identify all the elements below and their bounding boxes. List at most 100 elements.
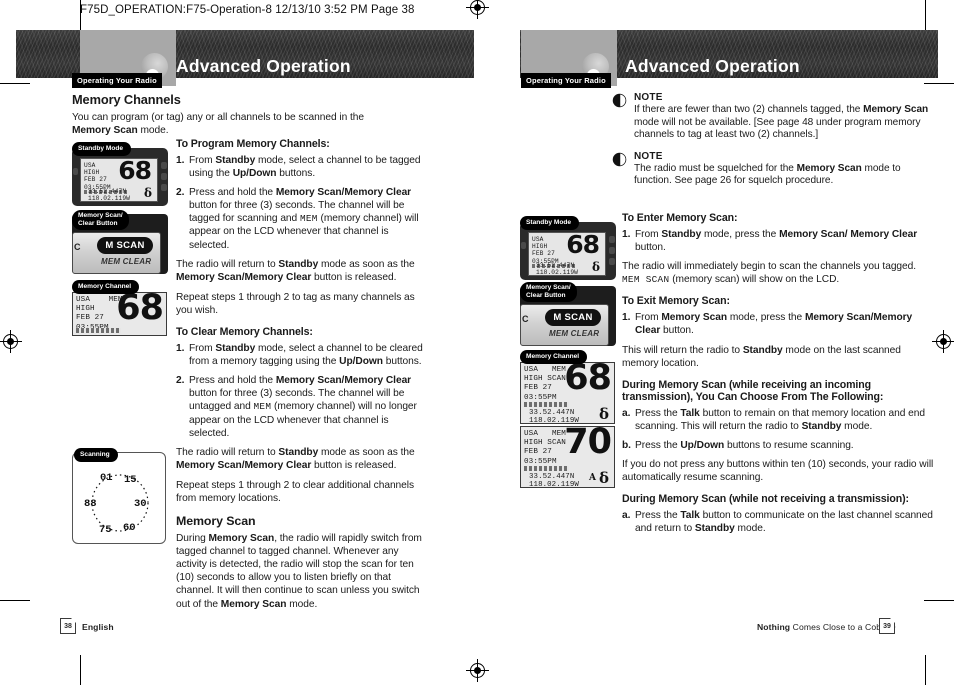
mscan-button-sublabel: MEM CLEAR — [101, 257, 152, 266]
lcd-channel-number: 70 — [564, 426, 612, 462]
mscan-side-label: C — [522, 314, 529, 324]
radio-side-button — [609, 258, 615, 265]
note-title: NOTE — [634, 150, 663, 162]
during-scan-not-receiving-options: a. Press the Talk button to communicate o… — [622, 509, 934, 535]
step-marker: a. — [622, 510, 631, 522]
registration-mark-top — [466, 0, 489, 19]
lcd-screen: USA MEMHIGHFEB 2703:55PM 68 — [72, 292, 167, 336]
during-scan-receiving-heading: During Memory Scan (while receiving an i… — [622, 378, 884, 403]
crop-mark-right-h — [924, 83, 954, 84]
lcd-screen: USA HIGH FEB 27 03:55PM 68 33.52.447N 118.02… — [528, 232, 606, 276]
lcd-status-lines: USA HIGH FEB 27 03:55PM — [532, 236, 559, 265]
memory-scan-heading: Memory Scan — [176, 514, 256, 529]
program-release-note: The radio will return to Standby mode as… — [176, 258, 415, 283]
program-step-1: 1. From Standby mode, select a channel to… — [176, 155, 421, 180]
crop-mark-bottom-left-v — [80, 655, 81, 685]
illustration-caption: Memory Scan/ Clear Button — [72, 210, 129, 230]
illustration-caption: Scanning — [74, 448, 118, 462]
step-marker: 1. — [176, 155, 185, 166]
enter-memory-scan-heading: To Enter Memory Scan: — [622, 212, 738, 224]
during-scan-not-receiving-heading: During Memory Scan (while not receiving … — [622, 493, 909, 506]
enter-step-1: 1. From Standby mode, press the Memory Sc… — [622, 229, 918, 254]
illustration-mscan-button-right: Memory Scan/ Clear Button C M SCAN MEM C… — [520, 282, 616, 346]
memory-channels-heading: Memory Channels — [72, 92, 181, 107]
lcd-coordinates: 33.52.447N 118.02.119W — [536, 262, 578, 276]
note-body: NOTE The radio must be squelched for the… — [634, 151, 934, 188]
dial-number-15: 15 — [124, 474, 137, 486]
clear-memory-steps: 1. From Standby mode, select a channel to… — [176, 342, 426, 440]
left-section-tab: Operating Your Radio — [72, 73, 162, 88]
left-column-intro: Memory Channels You can program (or tag)… — [72, 92, 402, 144]
exit-memory-scan-heading: To Exit Memory Scan: — [622, 295, 730, 308]
lcd-compass-glyph-icon: δ — [591, 260, 600, 274]
note-icon — [612, 93, 627, 108]
step-marker: 2. — [176, 375, 185, 387]
clear-memory-heading: To Clear Memory Channels: — [176, 326, 313, 339]
dial-number-60: 60 — [123, 522, 136, 534]
step-marker: 1. — [622, 312, 631, 324]
step-marker: 1. — [622, 229, 631, 240]
note-text: The radio must be squelched for the Memo… — [634, 162, 901, 187]
program-step-2: 2. Press and hold the Memory Scan/Memory … — [176, 187, 419, 251]
exit-step-1: 1. From Memory Scan mode, press the Memor… — [622, 312, 913, 337]
memory-channels-intro: You can program (or tag) any or all chan… — [72, 112, 364, 137]
during-scan-receiving-options: a. Press the Talk button to remain on tha… — [622, 407, 934, 452]
clear-release-note: The radio will return to Standby mode as… — [176, 446, 415, 471]
right-section-tab: Operating Your Radio — [521, 73, 611, 88]
during-rx-timeout-note: If you do not press any buttons within t… — [622, 459, 934, 484]
crop-mark-right-h-bottom — [924, 600, 954, 601]
lcd-status-lines: USA HIGH FEB 27 03:55PM — [84, 162, 111, 191]
note-icon — [612, 152, 627, 167]
lcd-channel-number: 68 — [564, 362, 612, 398]
right-column-notes: NOTE If there are fewer than two (2) cha… — [612, 92, 934, 197]
crop-mark-left-h-bottom — [0, 600, 30, 601]
radio-side-button — [609, 236, 615, 243]
program-memory-heading: To Program Memory Channels: — [176, 138, 330, 150]
during-rx-option-a: a. Press the Talk button to remain on tha… — [622, 407, 926, 432]
lcd-channel-number: 68 — [566, 232, 600, 259]
mscan-button-sublabel: MEM CLEAR — [549, 329, 600, 338]
lcd-compass-glyph-icon: δ — [598, 405, 609, 423]
during-norx-option-a: a. Press the Talk button to communicate o… — [622, 510, 933, 535]
lcd-status-lines: USA MEM HIGH SCAN FEB 27 03:55PM — [524, 430, 566, 466]
dial-number-75: 75 — [99, 524, 112, 536]
left-footer-page-number: 38 — [60, 617, 77, 634]
left-page-title: Advanced Operation — [176, 56, 351, 76]
lcd-compass-glyph-icon: δ — [143, 186, 152, 200]
print-slug-line: F75D_OPERATION:F75-Operation-8 12/13/10 … — [80, 4, 415, 16]
radio-side-button — [161, 162, 167, 169]
left-column-program: To Program Memory Channels: 1. From Stand… — [176, 138, 426, 618]
illustration-caption: Memory Channel — [72, 280, 140, 294]
mscan-button[interactable]: M SCAN — [545, 309, 601, 326]
clear-repeat-note: Repeat steps 1 through 2 to clear additi… — [176, 479, 415, 504]
crop-mark-bottom-right-v — [925, 655, 926, 685]
dial-number-88: 88 — [84, 498, 97, 510]
illustration-standby-mode-right: Standby Mode USA HIGH FEB 27 03:55PM 68 33.… — [520, 216, 616, 280]
registration-mark-right — [932, 330, 954, 353]
illustration-caption: Standby Mode — [72, 142, 132, 156]
lcd-screen-top: USA MEM HIGH SCAN FEB 27 03:55PM 68 33.52.4… — [520, 362, 615, 424]
crop-mark-left-h — [0, 83, 30, 84]
lcd-signal-bargraph — [524, 466, 569, 471]
lcd-alert-glyph-icon: A — [589, 473, 596, 483]
clear-step-2: 2. Press and hold the Memory Scan/Memory … — [176, 375, 417, 439]
lcd-coordinates: 33.52.447N 118.02.119W — [88, 188, 130, 202]
note-block-2: NOTE The radio must be squelched for the… — [612, 151, 934, 188]
step-marker: 2. — [176, 187, 185, 199]
radio-side-button — [73, 168, 78, 175]
step-marker: a. — [622, 407, 631, 419]
registration-mark-left — [0, 330, 22, 353]
lcd-coordinates: 33.52.447N 118.02.119W — [529, 409, 579, 424]
mscan-button[interactable]: M SCAN — [97, 237, 153, 254]
left-footer-language: English — [82, 622, 114, 632]
note-text: If there are fewer than two (2) channels… — [634, 104, 929, 141]
lcd-status-lines: USA MEM HIGH SCAN FEB 27 03:55PM — [524, 366, 566, 402]
enter-memory-scan-steps: 1. From Standby mode, press the Memory Sc… — [622, 228, 934, 254]
lcd-screen-bottom: USA MEM HIGH SCAN FEB 27 03:55PM 70 33.52.4… — [520, 426, 615, 488]
lcd-channel-number: 68 — [118, 158, 152, 185]
illustration-scanning-left: Scanning 01 15 30 60 75 88 — [72, 448, 166, 544]
right-footer-tagline: Nothing Comes Close to a Cobra® — [757, 622, 896, 632]
note-title: NOTE — [634, 92, 663, 103]
lcd-channel-number: 68 — [116, 292, 164, 328]
program-memory-steps: 1. From Standby mode, select a channel to… — [176, 154, 426, 252]
